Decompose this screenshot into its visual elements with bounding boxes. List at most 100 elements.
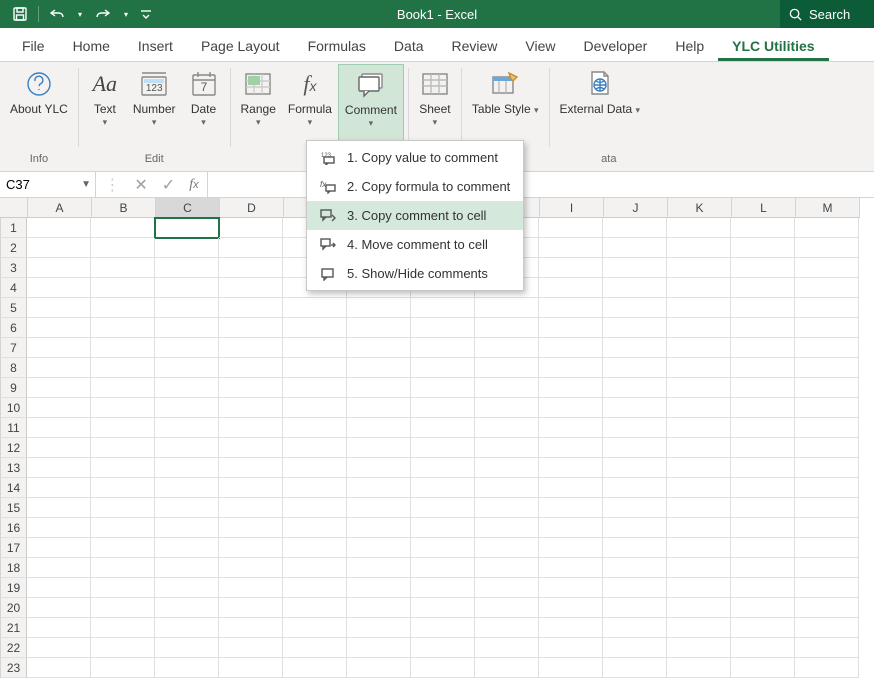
cell[interactable]: [283, 618, 347, 638]
cell[interactable]: [411, 498, 475, 518]
cell[interactable]: [347, 478, 411, 498]
cell[interactable]: [411, 558, 475, 578]
redo-button[interactable]: [91, 2, 115, 26]
cell[interactable]: [475, 618, 539, 638]
cell[interactable]: [795, 258, 859, 278]
cell[interactable]: [603, 638, 667, 658]
cell[interactable]: [155, 318, 219, 338]
cell[interactable]: [283, 518, 347, 538]
cell[interactable]: [539, 258, 603, 278]
cell[interactable]: [283, 478, 347, 498]
cell[interactable]: [91, 598, 155, 618]
cell[interactable]: [283, 638, 347, 658]
cell[interactable]: [411, 438, 475, 458]
cell[interactable]: [27, 638, 91, 658]
tab-ylc-utilities[interactable]: YLC Utilities: [718, 30, 828, 61]
cell[interactable]: [603, 578, 667, 598]
cell[interactable]: [219, 398, 283, 418]
cell[interactable]: [667, 238, 731, 258]
cell[interactable]: [795, 318, 859, 338]
cell[interactable]: [411, 418, 475, 438]
cell[interactable]: [91, 498, 155, 518]
cell[interactable]: [283, 498, 347, 518]
cell[interactable]: [667, 518, 731, 538]
cell[interactable]: [411, 578, 475, 598]
cell[interactable]: [347, 578, 411, 598]
cell[interactable]: [219, 458, 283, 478]
col-header[interactable]: K: [668, 198, 732, 218]
col-header[interactable]: C: [156, 198, 220, 218]
cell[interactable]: [91, 218, 155, 238]
cell[interactable]: [667, 218, 731, 238]
row-header[interactable]: 13: [0, 458, 27, 478]
cell[interactable]: [731, 538, 795, 558]
cell[interactable]: [155, 398, 219, 418]
cell[interactable]: [91, 558, 155, 578]
cell[interactable]: [475, 418, 539, 438]
menu-move-comment-to-cell[interactable]: 4. Move comment to cell: [307, 230, 523, 259]
row-header[interactable]: 2: [0, 238, 27, 258]
cell[interactable]: [411, 398, 475, 418]
cell[interactable]: [155, 618, 219, 638]
cell[interactable]: [731, 658, 795, 678]
cell[interactable]: [155, 478, 219, 498]
cell[interactable]: [91, 538, 155, 558]
cell[interactable]: [219, 278, 283, 298]
undo-button[interactable]: [45, 2, 69, 26]
row-header[interactable]: 23: [0, 658, 27, 678]
cell[interactable]: [91, 378, 155, 398]
cell[interactable]: [283, 418, 347, 438]
cell[interactable]: [475, 458, 539, 478]
cell[interactable]: [475, 498, 539, 518]
cell[interactable]: [667, 558, 731, 578]
cell[interactable]: [667, 578, 731, 598]
cell[interactable]: [795, 418, 859, 438]
row-header[interactable]: 17: [0, 538, 27, 558]
cell[interactable]: [155, 438, 219, 458]
cell[interactable]: [603, 538, 667, 558]
col-header[interactable]: A: [28, 198, 92, 218]
cell[interactable]: [411, 298, 475, 318]
text-button[interactable]: Aa Text: [83, 64, 127, 150]
cell[interactable]: [795, 398, 859, 418]
row-header[interactable]: 7: [0, 338, 27, 358]
cell[interactable]: [667, 278, 731, 298]
row-header[interactable]: 12: [0, 438, 27, 458]
col-header[interactable]: D: [220, 198, 284, 218]
cell[interactable]: [539, 478, 603, 498]
enter-button[interactable]: ✓: [162, 175, 175, 195]
row-header[interactable]: 8: [0, 358, 27, 378]
tab-view[interactable]: View: [511, 30, 569, 61]
row-header[interactable]: 9: [0, 378, 27, 398]
cell[interactable]: [91, 418, 155, 438]
cell[interactable]: [731, 438, 795, 458]
cell[interactable]: [603, 518, 667, 538]
cell[interactable]: [27, 438, 91, 458]
cell[interactable]: [731, 258, 795, 278]
cell[interactable]: [411, 618, 475, 638]
cell[interactable]: [795, 558, 859, 578]
col-header[interactable]: I: [540, 198, 604, 218]
row-header[interactable]: 4: [0, 278, 27, 298]
cell[interactable]: [219, 238, 283, 258]
cell[interactable]: [347, 458, 411, 478]
cell[interactable]: [475, 638, 539, 658]
cell[interactable]: [539, 658, 603, 678]
cell[interactable]: [731, 338, 795, 358]
cell[interactable]: [795, 498, 859, 518]
tab-insert[interactable]: Insert: [124, 30, 187, 61]
cell[interactable]: [347, 338, 411, 358]
cell[interactable]: [475, 558, 539, 578]
cell[interactable]: [731, 598, 795, 618]
cell[interactable]: [539, 418, 603, 438]
col-header[interactable]: B: [92, 198, 156, 218]
row-header[interactable]: 22: [0, 638, 27, 658]
cell[interactable]: [91, 578, 155, 598]
cell[interactable]: [219, 218, 283, 238]
row-header[interactable]: 19: [0, 578, 27, 598]
customize-qat-button[interactable]: [137, 2, 155, 26]
cell[interactable]: [667, 638, 731, 658]
cell[interactable]: [795, 638, 859, 658]
cell[interactable]: [155, 638, 219, 658]
cell[interactable]: [539, 638, 603, 658]
